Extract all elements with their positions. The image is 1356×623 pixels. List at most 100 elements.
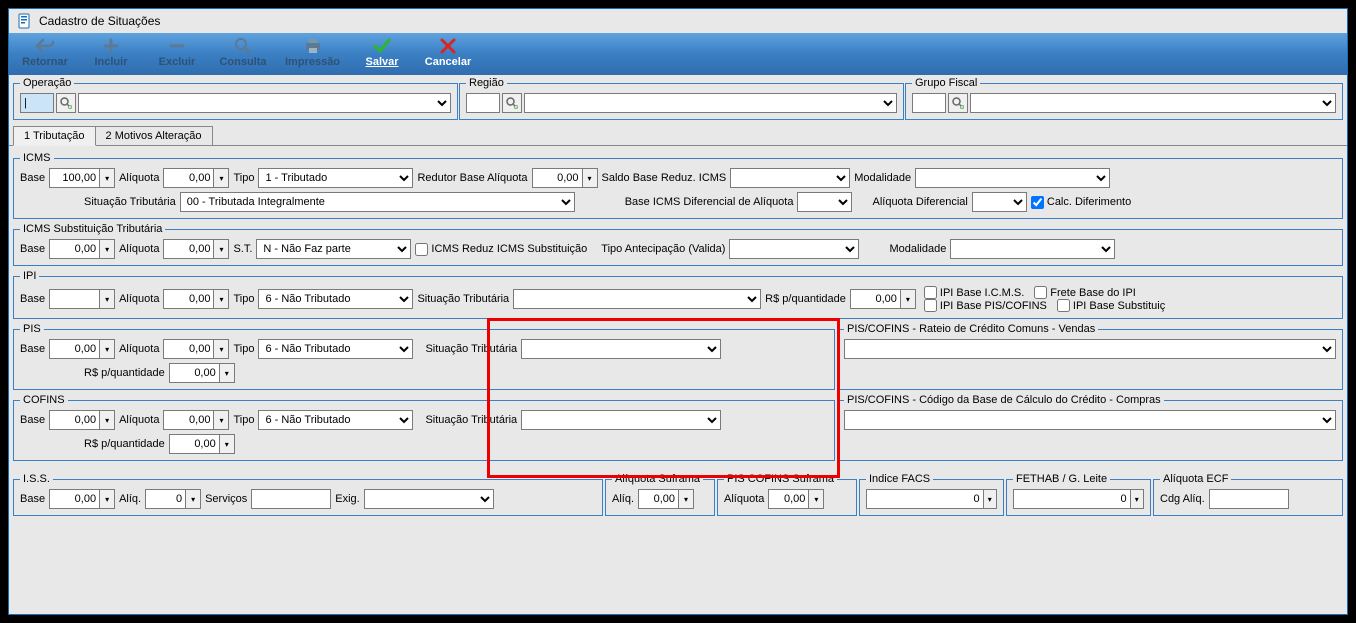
fethab-input[interactable]: ▾ (1013, 489, 1144, 509)
icms-saldo-label: Saldo Base Reduz. ICMS (602, 172, 727, 184)
check-icon (371, 37, 393, 55)
icms-base-input[interactable]: ▾ (49, 168, 115, 188)
icms-aliq-dif-label: Alíquota Diferencial (872, 196, 967, 208)
pis-rs-qtd-input[interactable]: ▾ (169, 363, 235, 383)
icms-st-tipo-antec-combo[interactable] (729, 239, 859, 259)
cofins-sit-trib-label: Situação Tributária (425, 414, 517, 426)
aliq-suframa-input[interactable]: ▾ (638, 489, 694, 509)
retornar-button: Retornar (21, 37, 69, 68)
pis-tipo-combo[interactable]: 6 - Não Tributado (258, 339, 413, 359)
iss-exig-combo[interactable] (364, 489, 494, 509)
salvar-button[interactable]: Salvar (358, 37, 406, 68)
cofins-aliquota-input[interactable]: ▾ (163, 410, 229, 430)
cofins-tipo-combo[interactable]: 6 - Não Tributado (258, 410, 413, 430)
icms-st-base-input[interactable]: ▾ (49, 239, 115, 259)
iss-servicos-label: Serviços (205, 493, 247, 505)
cdg-aliq-label: Cdg Alíq. (1160, 493, 1205, 505)
pis-base-input[interactable]: ▾ (49, 339, 115, 359)
pis-cofins-rateio-fieldset: PIS/COFINS - Rateio de Crédito Comuns - … (837, 323, 1343, 390)
cofins-base-input[interactable]: ▾ (49, 410, 115, 430)
iss-servicos-input[interactable] (251, 489, 331, 509)
ipi-frete-base-checkbox[interactable]: Frete Base do IPI (1034, 286, 1136, 299)
ipi-aliquota-input[interactable]: ▾ (163, 289, 229, 309)
pis-cofins-codigo-combo[interactable] (844, 410, 1336, 430)
icms-tipo-label: Tipo (233, 172, 254, 184)
icms-fieldset: ICMS Base ▾ Alíquota ▾ Tipo 1 - Tributad… (13, 152, 1343, 219)
cofins-tipo-label: Tipo (233, 414, 254, 426)
tab-bar: 1 Tributação 2 Motivos Alteração (9, 120, 1347, 146)
icms-modalidade-combo[interactable] (915, 168, 1110, 188)
cofins-aliquota-label: Alíquota (119, 414, 159, 426)
pis-rs-qtd-label: R$ p/quantidade (84, 367, 165, 379)
cofins-rs-qtd-input[interactable]: ▾ (169, 434, 235, 454)
icms-base-dif-combo[interactable] (797, 192, 852, 212)
ipi-base-subst-checkbox[interactable]: IPI Base Substituiç (1057, 299, 1165, 312)
cofins-rs-qtd-label: R$ p/quantidade (84, 438, 165, 450)
tab-tributacao[interactable]: 1 Tributação (13, 126, 96, 146)
ipi-sit-trib-combo[interactable] (513, 289, 761, 309)
icms-aliquota-label: Alíquota (119, 172, 159, 184)
icms-saldo-combo[interactable] (730, 168, 850, 188)
icms-st-st-label: S.T. (233, 243, 252, 255)
ipi-tipo-label: Tipo (233, 293, 254, 305)
icms-st-aliquota-input[interactable]: ▾ (163, 239, 229, 259)
ipi-base-icms-checkbox[interactable]: IPI Base I.C.M.S. (924, 286, 1024, 299)
titlebar: Cadastro de Situações (9, 9, 1347, 33)
grupo-fiscal-combo[interactable] (970, 93, 1336, 113)
iss-base-input[interactable]: ▾ (49, 489, 115, 509)
grupo-fiscal-code-input[interactable] (912, 93, 946, 113)
pis-aliquota-input[interactable]: ▾ (163, 339, 229, 359)
pis-tipo-label: Tipo (233, 343, 254, 355)
icms-aliq-dif-combo[interactable] (972, 192, 1027, 212)
ipi-rs-qtd-label: R$ p/quantidade (765, 293, 846, 305)
indice-facs-input[interactable]: ▾ (866, 489, 997, 509)
fethab-fieldset: FETHAB / G. Leite ▾ (1006, 473, 1151, 516)
iss-aliq-input[interactable]: ▾ (145, 489, 201, 509)
ipi-tipo-combo[interactable]: 6 - Não Tributado (258, 289, 413, 309)
icms-redutor-input[interactable]: ▾ (532, 168, 598, 188)
ipi-rs-qtd-input[interactable]: ▾ (850, 289, 916, 309)
regiao-lookup-button[interactable] (502, 93, 522, 113)
icms-st-st-combo[interactable]: N - Não Faz parte (256, 239, 411, 259)
iss-base-label: Base (20, 493, 45, 505)
cancelar-button[interactable]: Cancelar (424, 37, 472, 68)
pis-cofins-rateio-combo[interactable] (844, 339, 1336, 359)
icms-st-base-label: Base (20, 243, 45, 255)
ipi-base-piscofins-checkbox[interactable]: IPI Base PIS/COFINS (924, 299, 1047, 312)
icms-aliquota-input[interactable]: ▾ (163, 168, 229, 188)
consulta-button: Consulta (219, 37, 267, 68)
pis-sit-trib-combo[interactable] (521, 339, 721, 359)
excluir-button: Excluir (153, 37, 201, 68)
regiao-code-input[interactable] (466, 93, 500, 113)
pis-cofins-codigo-fieldset: PIS/COFINS - Código da Base de Cálculo d… (837, 394, 1343, 461)
plus-icon (100, 37, 122, 55)
icms-calc-dif-checkbox[interactable]: Calc. Diferimento (1031, 196, 1131, 209)
icms-modalidade-label: Modalidade (854, 172, 911, 184)
icms-st-modalidade-combo[interactable] (950, 239, 1115, 259)
operacao-combo[interactable] (78, 93, 451, 113)
icms-sit-trib-combo[interactable]: 00 - Tributada Integralmente (180, 192, 575, 212)
pc-suframa-input[interactable]: ▾ (768, 489, 824, 509)
ipi-aliquota-label: Alíquota (119, 293, 159, 305)
icms-tipo-combo[interactable]: 1 - Tributado (258, 168, 413, 188)
tab-motivos-alteracao[interactable]: 2 Motivos Alteração (95, 126, 213, 145)
operacao-code-input[interactable] (20, 93, 54, 113)
grupo-fiscal-lookup-button[interactable] (948, 93, 968, 113)
aliquota-suframa-fieldset: Alíquota Suframa Alíq. ▾ (605, 473, 715, 516)
regiao-combo[interactable] (524, 93, 897, 113)
pis-fieldset: PIS Base ▾ Alíquota ▾ Tipo 6 - Não Tribu… (13, 323, 835, 390)
pis-aliquota-label: Alíquota (119, 343, 159, 355)
icms-st-reduz-checkbox[interactable]: ICMS Reduz ICMS Substituição (415, 243, 587, 256)
icms-sit-trib-label: Situação Tributária (84, 196, 176, 208)
ipi-fieldset: IPI Base ▾ Alíquota ▾ Tipo 6 - Não Tribu… (13, 270, 1343, 319)
print-icon (302, 37, 324, 55)
window-title: Cadastro de Situações (39, 14, 160, 28)
aliquota-ecf-fieldset: Alíquota ECF Cdg Alíq. (1153, 473, 1343, 516)
cdg-aliq-input[interactable] (1209, 489, 1289, 509)
operacao-lookup-button[interactable] (56, 93, 76, 113)
ipi-base-input[interactable]: ▾ (49, 289, 115, 309)
cofins-sit-trib-combo[interactable] (521, 410, 721, 430)
aliq-suframa-label: Alíq. (612, 493, 634, 505)
cancel-icon (437, 37, 459, 55)
iss-exig-label: Exig. (335, 493, 359, 505)
